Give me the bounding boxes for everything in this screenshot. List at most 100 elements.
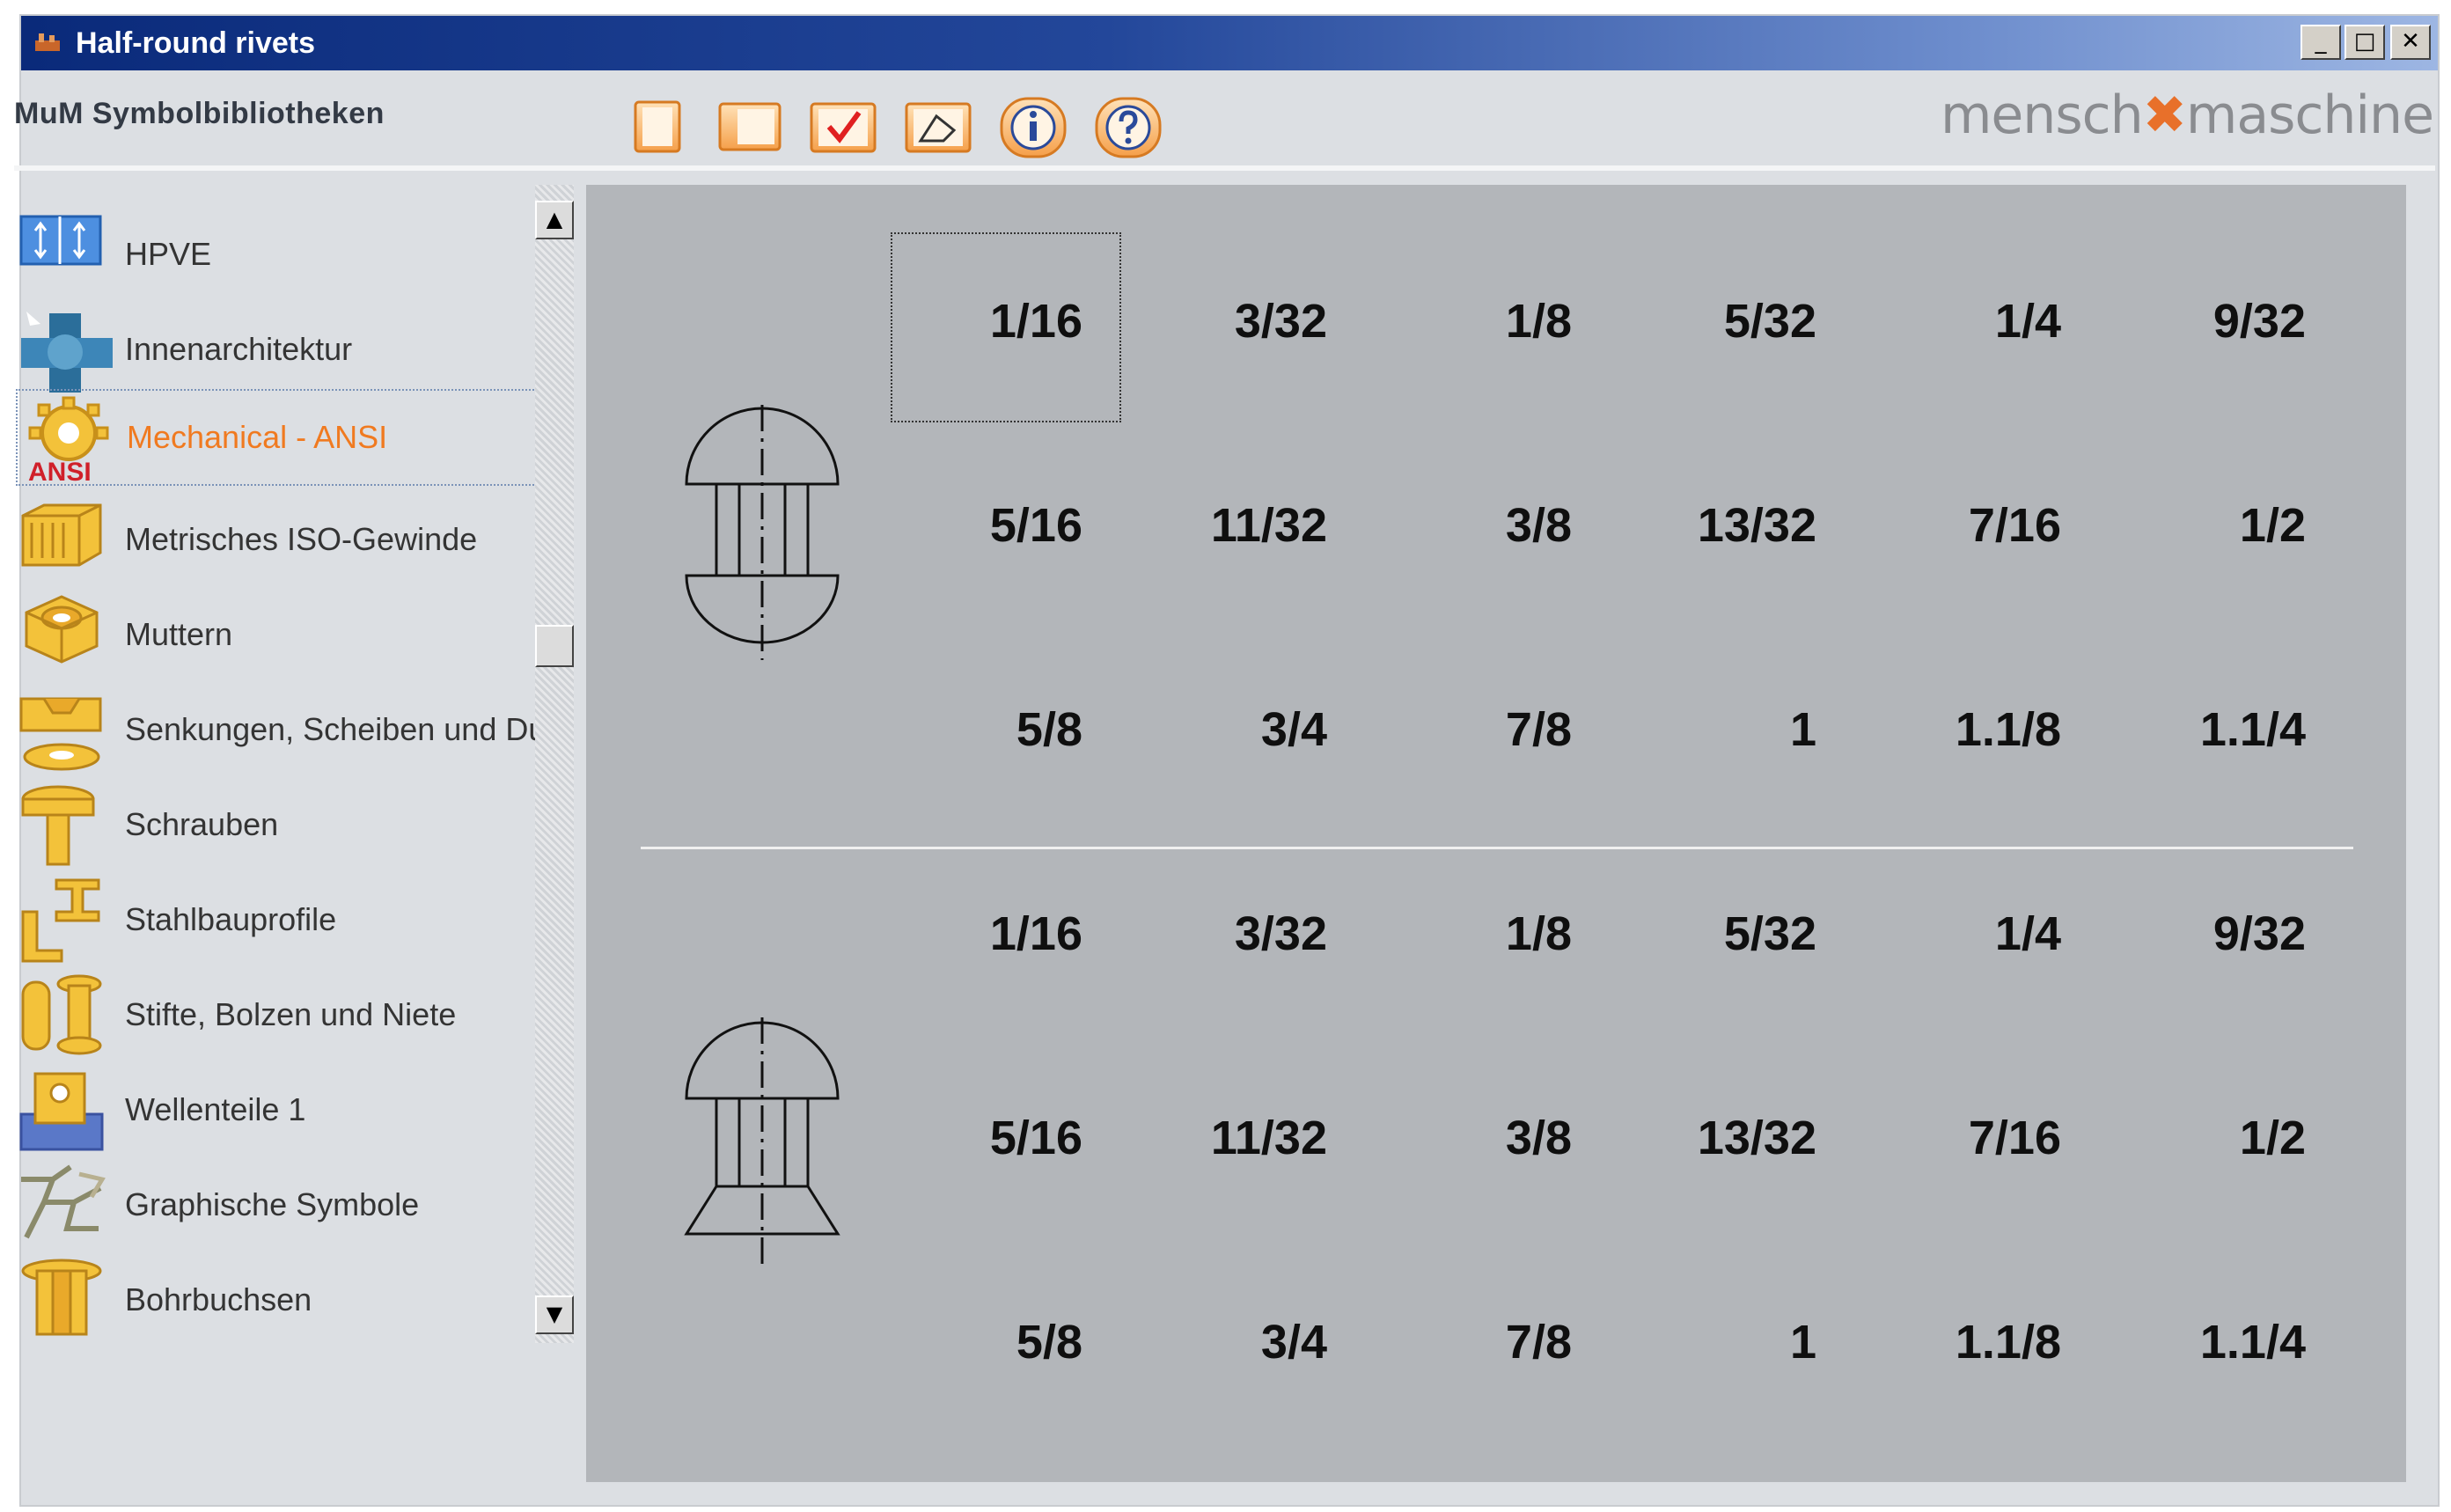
- sidebar-item-label: Senkungen, Scheiben und Du: [125, 711, 544, 747]
- sidebar-item-label: Bohrbuchsen: [125, 1281, 312, 1317]
- group-divider: [641, 847, 2353, 849]
- sidebar-item-bohrbuchsen[interactable]: Bohrbuchsen: [16, 1253, 544, 1347]
- sidebar-item-graphische-symbole[interactable]: Graphische Symbole: [16, 1158, 544, 1251]
- bushing-icon: [21, 1259, 102, 1336]
- size-cell[interactable]: 5/8: [924, 702, 1082, 757]
- ansi-badge: ANSI: [28, 458, 92, 486]
- sidebar-item-metrisches-iso-gewinde[interactable]: Metrisches ISO-Gewinde: [16, 493, 544, 586]
- sidebar-item-senkungen[interactable]: Senkungen, Scheiben und Du: [16, 683, 544, 776]
- sidebar-item-label: Stahlbauprofile: [125, 901, 337, 937]
- sidebar-item-label: Graphische Symbole: [125, 1186, 420, 1222]
- sidebar-item-label: HPVE: [125, 236, 212, 272]
- sidebar-item-label: Mechanical - ANSI: [127, 419, 388, 455]
- size-cell[interactable]: 3/4: [1169, 1315, 1327, 1369]
- sidebar-item-muttern[interactable]: Muttern: [16, 588, 544, 681]
- sidebar-item-label: Schrauben: [125, 806, 279, 842]
- scroll-up-button[interactable]: ▲: [535, 201, 574, 239]
- sidebar-item-schrauben[interactable]: Schrauben: [16, 778, 544, 871]
- size-cell[interactable]: 1.1/8: [1903, 702, 2061, 757]
- size-cell[interactable]: 1.1/4: [2147, 702, 2306, 757]
- symbol-panel: 1/16 3/32 1/8 5/32 1/4 9/32 5/16 11/32 3…: [586, 185, 2406, 1482]
- size-cell[interactable]: 9/32: [2147, 906, 2306, 961]
- size-cell[interactable]: 7/8: [1413, 1315, 1572, 1369]
- size-cell[interactable]: 3/32: [1169, 906, 1327, 961]
- size-cell[interactable]: 11/32: [1169, 498, 1327, 553]
- sidebar-scrollbar[interactable]: ▲ ▼: [535, 185, 574, 1343]
- place-symbol-button[interactable]: [901, 95, 975, 158]
- info-icon[interactable]: [998, 95, 1068, 158]
- size-cell[interactable]: 11/32: [1169, 1111, 1327, 1165]
- panel-button[interactable]: [715, 95, 785, 158]
- size-cell[interactable]: 1/16: [924, 294, 1082, 349]
- brand-left: mensch: [1940, 84, 2144, 146]
- library-list: HPVE Innenarchitektur ANSI Mechanical - …: [16, 185, 544, 1482]
- new-doc-button[interactable]: [630, 95, 685, 158]
- size-cell[interactable]: 1/4: [1903, 294, 2061, 349]
- gear-ansi-icon: ANSI: [28, 396, 109, 486]
- size-cell[interactable]: 1/2: [2147, 1111, 2306, 1165]
- size-cell[interactable]: 3/4: [1169, 702, 1327, 757]
- sidebar-item-mechanical-ansi[interactable]: ANSI Mechanical - ANSI: [16, 389, 544, 486]
- scroll-thumb[interactable]: [535, 625, 574, 667]
- washer-icon: [19, 697, 102, 771]
- sidebar-item-innenarchitektur[interactable]: Innenarchitektur: [16, 303, 544, 396]
- thread-icon: [21, 503, 102, 567]
- minimize-button[interactable]: _: [2301, 25, 2341, 60]
- sidebar-item-label: Metrisches ISO-Gewinde: [125, 521, 478, 557]
- sidebar-item-label: Stifte, Bolzen und Niete: [125, 996, 457, 1032]
- size-cell[interactable]: 9/32: [2147, 294, 2306, 349]
- brand-right: maschine: [2185, 84, 2434, 146]
- steel-profile-icon: [21, 878, 100, 963]
- sidebar-item-hpve[interactable]: HPVE: [16, 208, 544, 301]
- brand-logo: mensch✖maschine: [1940, 84, 2434, 146]
- window-title: Half-round rivets: [76, 26, 316, 60]
- size-cell[interactable]: 1/4: [1903, 906, 2061, 961]
- size-cell[interactable]: 5/32: [1658, 906, 1816, 961]
- sidebar-item-label: Wellenteile 1: [125, 1091, 306, 1127]
- graphic-symbol-icon: [21, 1164, 106, 1239]
- size-cell[interactable]: 13/32: [1658, 498, 1816, 553]
- close-button[interactable]: ✕: [2390, 25, 2431, 60]
- sidebar-item-label: Muttern: [125, 616, 233, 652]
- size-cell[interactable]: 3/8: [1413, 498, 1572, 553]
- half-round-rivet-icon[interactable]: [674, 405, 850, 660]
- title-bar[interactable]: Half-round rivets _ □ ✕: [21, 16, 2438, 70]
- screw-icon: [21, 785, 95, 866]
- maximize-button[interactable]: □: [2345, 25, 2385, 60]
- help-icon[interactable]: [1093, 95, 1163, 158]
- check-button[interactable]: [806, 95, 880, 158]
- size-cell[interactable]: 1: [1658, 702, 1816, 757]
- size-cell[interactable]: 7/8: [1413, 702, 1572, 757]
- size-cell[interactable]: 5/32: [1658, 294, 1816, 349]
- size-cell[interactable]: 1/8: [1413, 294, 1572, 349]
- hpve-icon: [19, 215, 102, 266]
- size-cell[interactable]: 7/16: [1903, 1111, 2061, 1165]
- size-cell[interactable]: 1/2: [2147, 498, 2306, 553]
- size-cell[interactable]: 1.1/4: [2147, 1315, 2306, 1369]
- size-cell[interactable]: 1.1/8: [1903, 1315, 2061, 1369]
- sidebar-item-stahlbauprofile[interactable]: Stahlbauprofile: [16, 873, 544, 966]
- scroll-down-button[interactable]: ▼: [535, 1295, 574, 1334]
- size-cell[interactable]: 1: [1658, 1315, 1816, 1369]
- size-cell[interactable]: 5/16: [924, 1111, 1082, 1165]
- shaft-icon: [19, 1072, 104, 1151]
- interior-icon: [21, 312, 113, 393]
- size-cell[interactable]: 1/16: [924, 906, 1082, 961]
- nut-icon: [25, 595, 99, 664]
- size-cell[interactable]: 3/32: [1169, 294, 1327, 349]
- sidebar-item-stifte[interactable]: Stifte, Bolzen und Niete: [16, 968, 544, 1061]
- sidebar-item-wellenteile[interactable]: Wellenteile 1: [16, 1063, 544, 1156]
- app-icon: [35, 33, 60, 51]
- toolbar-separator: [14, 165, 2435, 171]
- size-cell[interactable]: 13/32: [1658, 1111, 1816, 1165]
- library-title: MuM Symbolbibliotheken: [14, 97, 385, 130]
- size-cell[interactable]: 7/16: [1903, 498, 2061, 553]
- sidebar-item-label: Innenarchitektur: [125, 331, 353, 367]
- pin-icon: [21, 974, 102, 1055]
- size-cell[interactable]: 5/16: [924, 498, 1082, 553]
- countersunk-rivet-icon[interactable]: [674, 1017, 850, 1264]
- brand-mark: ✖: [2142, 84, 2187, 146]
- size-cell[interactable]: 1/8: [1413, 906, 1572, 961]
- size-cell[interactable]: 3/8: [1413, 1111, 1572, 1165]
- size-cell[interactable]: 5/8: [924, 1315, 1082, 1369]
